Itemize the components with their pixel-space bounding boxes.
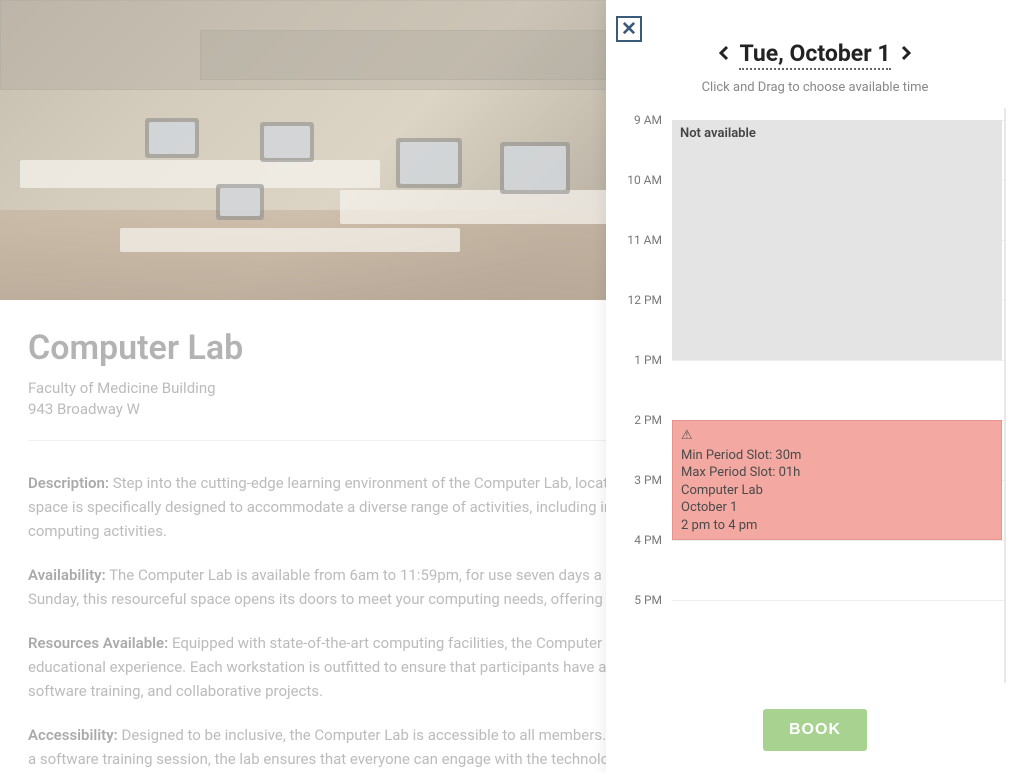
close-icon: ✕ — [621, 20, 637, 39]
date-navigation: Tue, October 1 Click and Drag to choose … — [606, 40, 1024, 95]
max-period-text: Max Period Slot: 01h — [681, 465, 800, 480]
grid-right-edge — [1004, 108, 1006, 683]
chevron-left-icon — [717, 44, 731, 62]
time-label: 11 AM — [627, 233, 662, 247]
resources-label: Resources Available: — [28, 634, 168, 652]
time-label: 4 PM — [634, 533, 662, 547]
time-label: 3 PM — [634, 473, 662, 487]
time-label: 10 AM — [627, 173, 662, 187]
selected-time-block[interactable]: ⚠ Min Period Slot: 30m Max Period Slot: … — [672, 420, 1002, 540]
availability-label: Availability: — [28, 566, 106, 584]
time-label: 12 PM — [627, 293, 662, 307]
accessibility-label: Accessibility: — [28, 726, 118, 744]
chevron-right-icon — [899, 44, 913, 62]
warning-icon: ⚠ — [681, 427, 693, 445]
unavailable-block: Not available — [672, 120, 1002, 360]
time-label: 1 PM — [634, 353, 662, 367]
selection-time-range: 2 pm to 4 pm — [681, 518, 757, 533]
close-button[interactable]: ✕ — [616, 16, 642, 42]
booking-sidebar: ✕ Tue, October 1 Click and Drag to choos… — [606, 0, 1024, 773]
next-day-button[interactable] — [897, 43, 915, 68]
time-axis: 9 AM 10 AM 11 AM 12 PM 1 PM 2 PM 3 PM 4 … — [612, 108, 668, 683]
min-period-text: Min Period Slot: 30m — [681, 448, 801, 463]
time-label: 2 PM — [634, 413, 662, 427]
selection-resource: Computer Lab — [681, 483, 763, 498]
time-label: 5 PM — [634, 593, 662, 607]
time-grid[interactable]: Not available ⚠ Min Period Slot: 30m Max… — [672, 108, 1006, 683]
unavailable-label: Not available — [680, 126, 756, 141]
time-label: 9 AM — [634, 113, 662, 127]
selected-date[interactable]: Tue, October 1 — [739, 40, 890, 70]
selection-date: October 1 — [681, 500, 737, 515]
prev-day-button[interactable] — [715, 43, 733, 68]
time-calendar[interactable]: 9 AM 10 AM 11 AM 12 PM 1 PM 2 PM 3 PM 4 … — [612, 108, 1006, 683]
drag-hint: Click and Drag to choose available time — [606, 80, 1024, 95]
book-button[interactable]: BOOK — [763, 709, 867, 751]
description-label: Description: — [28, 474, 109, 492]
